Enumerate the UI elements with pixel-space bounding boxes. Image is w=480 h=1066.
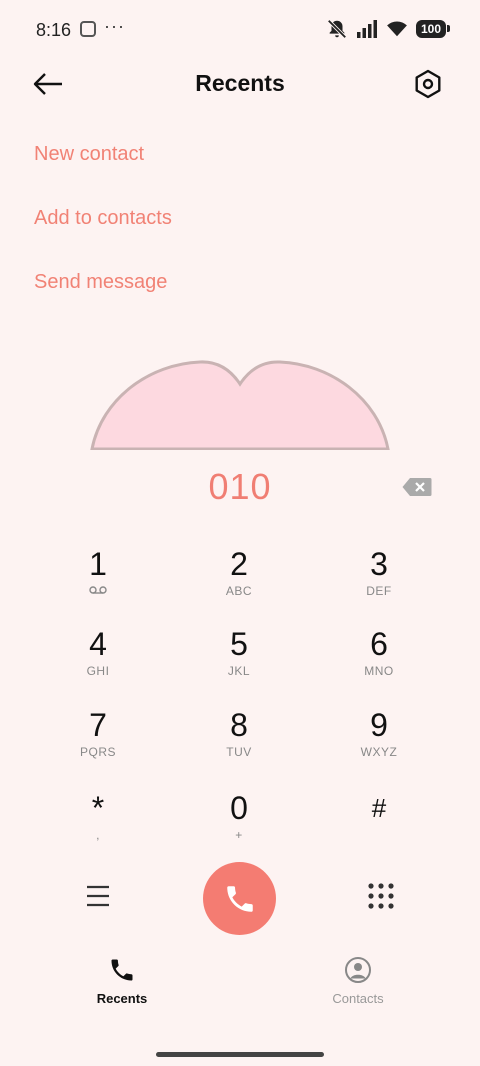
new-contact-link[interactable]: New contact xyxy=(34,143,144,166)
dialpad-toggle-button[interactable] xyxy=(361,876,401,916)
battery-indicator: 100 xyxy=(415,20,451,38)
backspace-button[interactable] xyxy=(402,477,432,497)
home-indicator[interactable] xyxy=(156,1052,324,1057)
dialpad-icon xyxy=(368,883,394,909)
status-bar: 8:16 ··· 100 xyxy=(0,0,480,60)
key-letters: MNO xyxy=(364,664,394,678)
settings-button[interactable] xyxy=(410,66,446,102)
page-title: Recents xyxy=(195,70,285,96)
key-digit: 5 xyxy=(230,626,248,662)
key-letters: ABC xyxy=(225,584,253,598)
heart-decoration xyxy=(90,360,390,450)
key-0[interactable]: 0 + xyxy=(179,790,299,860)
backspace-icon xyxy=(402,478,432,496)
key-digit: 3 xyxy=(370,546,388,582)
key-digit: 4 xyxy=(89,626,107,662)
key-star[interactable]: * , xyxy=(38,790,158,860)
key-6[interactable]: 6 MNO xyxy=(319,626,439,696)
menu-button[interactable] xyxy=(78,876,118,916)
key-digit: 8 xyxy=(230,707,248,743)
key-5[interactable]: 5 JKL xyxy=(179,626,299,696)
key-digit: 7 xyxy=(89,707,107,743)
key-digit: 2 xyxy=(230,546,248,582)
key-letters: , xyxy=(96,828,100,842)
key-digit: * xyxy=(91,790,105,826)
key-letters: TUV xyxy=(226,745,252,759)
silent-bell-icon xyxy=(327,19,347,39)
notification-overflow-icon: ··· xyxy=(104,16,125,36)
phone-icon xyxy=(111,959,133,981)
key-3[interactable]: 3 DEF xyxy=(319,546,439,616)
phone-icon xyxy=(226,885,253,912)
wifi-icon xyxy=(387,21,407,37)
send-message-link[interactable]: Send message xyxy=(34,271,167,294)
key-4[interactable]: 4 GHI xyxy=(38,626,158,696)
key-9[interactable]: 9 WXYZ xyxy=(319,707,439,777)
signal-icon xyxy=(356,20,377,38)
settings-hexagon-icon xyxy=(415,69,441,99)
key-2[interactable]: 2 ABC xyxy=(179,546,299,616)
key-digit: 6 xyxy=(370,626,388,662)
nav-contacts[interactable]: Contacts xyxy=(288,956,428,1006)
nav-recents-label: Recents xyxy=(96,991,148,1006)
key-digit: 9 xyxy=(370,707,388,743)
key-letters: WXYZ xyxy=(360,745,398,759)
key-letters: + xyxy=(235,828,243,842)
key-letters: GHI xyxy=(86,664,110,678)
key-1[interactable]: 1 xyxy=(38,546,158,616)
key-letters: PQRS xyxy=(79,745,116,759)
key-7[interactable]: 7 PQRS xyxy=(38,707,158,777)
key-hash[interactable]: # xyxy=(319,790,439,860)
notification-app-icon xyxy=(80,21,96,37)
status-time: 8:16 xyxy=(36,20,72,40)
voicemail-icon xyxy=(89,586,107,594)
key-digit: 0 xyxy=(230,790,248,826)
key-letters: DEF xyxy=(366,584,392,598)
key-digit: 1 xyxy=(89,546,107,582)
contacts-person-icon xyxy=(345,957,371,983)
key-digit: # xyxy=(371,793,387,823)
nav-recents[interactable]: Recents xyxy=(52,956,192,1006)
add-to-contacts-link[interactable]: Add to contacts xyxy=(34,207,172,230)
call-button[interactable] xyxy=(203,862,276,935)
key-8[interactable]: 8 TUV xyxy=(179,707,299,777)
key-letters: JKL xyxy=(227,664,251,678)
menu-icon xyxy=(87,885,109,907)
nav-contacts-label: Contacts xyxy=(332,991,384,1006)
